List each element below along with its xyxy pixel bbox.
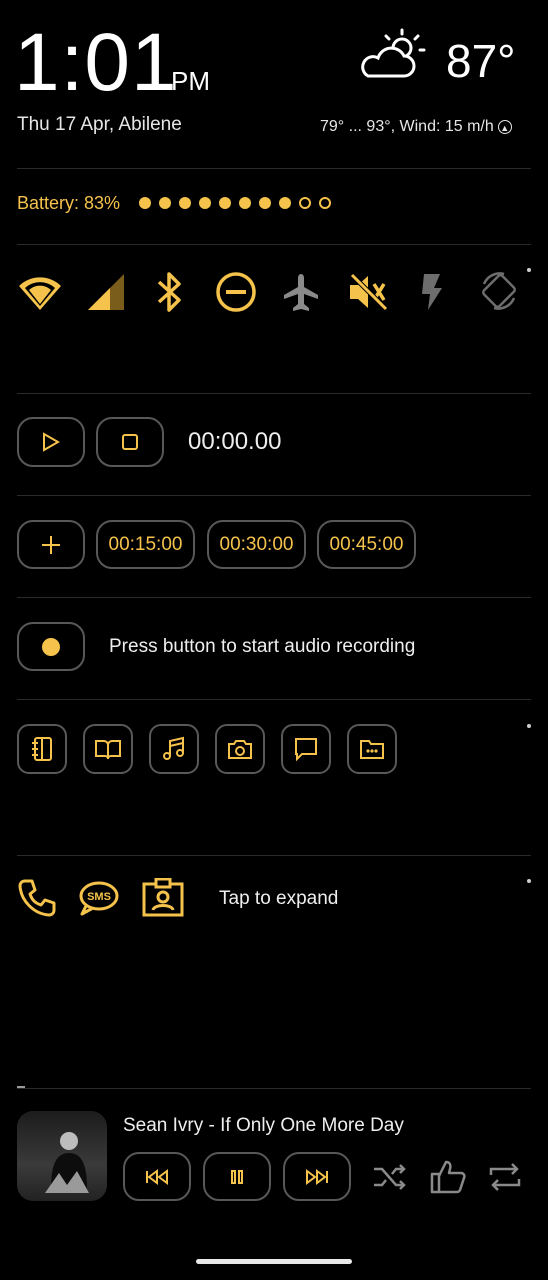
rewind-icon: [146, 1168, 168, 1185]
stop-button[interactable]: [96, 417, 164, 467]
svg-text:SMS: SMS: [87, 891, 111, 903]
signal-icon[interactable]: [86, 272, 126, 317]
wifi-icon[interactable]: [17, 272, 63, 317]
airplane-icon[interactable]: [282, 272, 320, 317]
music-shortcut[interactable]: [149, 724, 199, 774]
battery-dot: [299, 197, 311, 209]
play-icon: [43, 432, 60, 452]
repeat-icon[interactable]: [487, 1161, 523, 1198]
battery-dot: [259, 197, 271, 209]
battery-dot: [139, 197, 151, 209]
battery-dot: [199, 197, 211, 209]
sms-icon[interactable]: SMS: [78, 880, 120, 921]
folder-shortcut[interactable]: [347, 724, 397, 774]
add-timer-button[interactable]: [17, 520, 85, 569]
play-button[interactable]: [17, 417, 85, 467]
bluetooth-icon[interactable]: [155, 270, 185, 319]
shuffle-icon[interactable]: [372, 1163, 408, 1196]
clock-time[interactable]: 1:01: [14, 18, 178, 108]
record-icon: [42, 637, 60, 656]
weather-details: 79° ... 93°, Wind: 15 m/h ▲: [320, 118, 512, 136]
partly-cloudy-icon[interactable]: [358, 28, 434, 84]
contacts-hint[interactable]: Tap to expand: [219, 888, 338, 910]
record-button[interactable]: [17, 622, 85, 671]
more-indicator: [527, 268, 531, 272]
battery-dot: [319, 197, 331, 209]
notes-shortcut[interactable]: [17, 724, 67, 774]
chat-icon: [295, 738, 317, 762]
book-icon: [95, 740, 121, 760]
scroll-marker: [17, 1086, 25, 1088]
timer-preset-45[interactable]: 00:45:00: [317, 520, 416, 569]
phone-icon[interactable]: [17, 878, 57, 923]
folder-icon: [360, 740, 384, 759]
timer-preset-15[interactable]: 00:15:00: [96, 520, 195, 569]
battery-label: Battery: 83%: [17, 193, 121, 213]
divider: [17, 495, 531, 496]
book-shortcut[interactable]: [83, 724, 133, 774]
date-location[interactable]: Thu 17 Apr, Abilene: [17, 114, 182, 136]
battery-dot: [179, 197, 191, 209]
notes-icon: [32, 737, 52, 761]
divider: [17, 168, 531, 169]
divider: [17, 393, 531, 394]
chat-shortcut[interactable]: [281, 724, 331, 774]
camera-shortcut[interactable]: [215, 724, 265, 774]
weather-temp: 87°: [446, 35, 516, 87]
timer-preset-30[interactable]: 00:30:00: [207, 520, 306, 569]
divider: [17, 1088, 531, 1089]
more-indicator: [527, 724, 531, 728]
music-icon: [163, 736, 184, 760]
camera-icon: [228, 740, 252, 759]
pause-icon: [231, 1169, 243, 1184]
battery-dot: [219, 197, 231, 209]
divider: [17, 597, 531, 598]
divider: [17, 699, 531, 700]
previous-button[interactable]: [123, 1152, 191, 1201]
track-title: Sean Ivry - If Only One More Day: [123, 1115, 404, 1136]
flash-icon[interactable]: [420, 272, 444, 317]
divider: [17, 244, 531, 245]
pause-button[interactable]: [203, 1152, 271, 1201]
battery-dot: [239, 197, 251, 209]
thumbs-up-icon[interactable]: [430, 1160, 466, 1199]
mute-icon[interactable]: [348, 273, 388, 316]
contact-card-icon[interactable]: [141, 877, 185, 923]
rotate-icon[interactable]: [478, 270, 520, 317]
battery-dot: [159, 197, 171, 209]
dnd-icon[interactable]: [215, 271, 257, 318]
stopwatch-time: 00:00.00: [188, 428, 282, 455]
clock-ampm: PM: [171, 66, 210, 96]
divider: [17, 855, 531, 856]
weather-details-text: 79° ... 93°, Wind: 15 m/h: [320, 118, 494, 135]
stop-icon: [122, 434, 138, 450]
recorder-hint: Press button to start audio recording: [109, 636, 416, 657]
battery-dot: [279, 197, 291, 209]
fast-forward-icon: [306, 1168, 328, 1185]
plus-icon: [42, 535, 60, 554]
location-icon: ▲: [497, 120, 512, 134]
home-indicator[interactable]: [196, 1259, 352, 1264]
album-art[interactable]: [17, 1111, 107, 1201]
more-indicator: [527, 879, 531, 883]
battery-dots: [139, 197, 339, 209]
next-button[interactable]: [283, 1152, 351, 1201]
